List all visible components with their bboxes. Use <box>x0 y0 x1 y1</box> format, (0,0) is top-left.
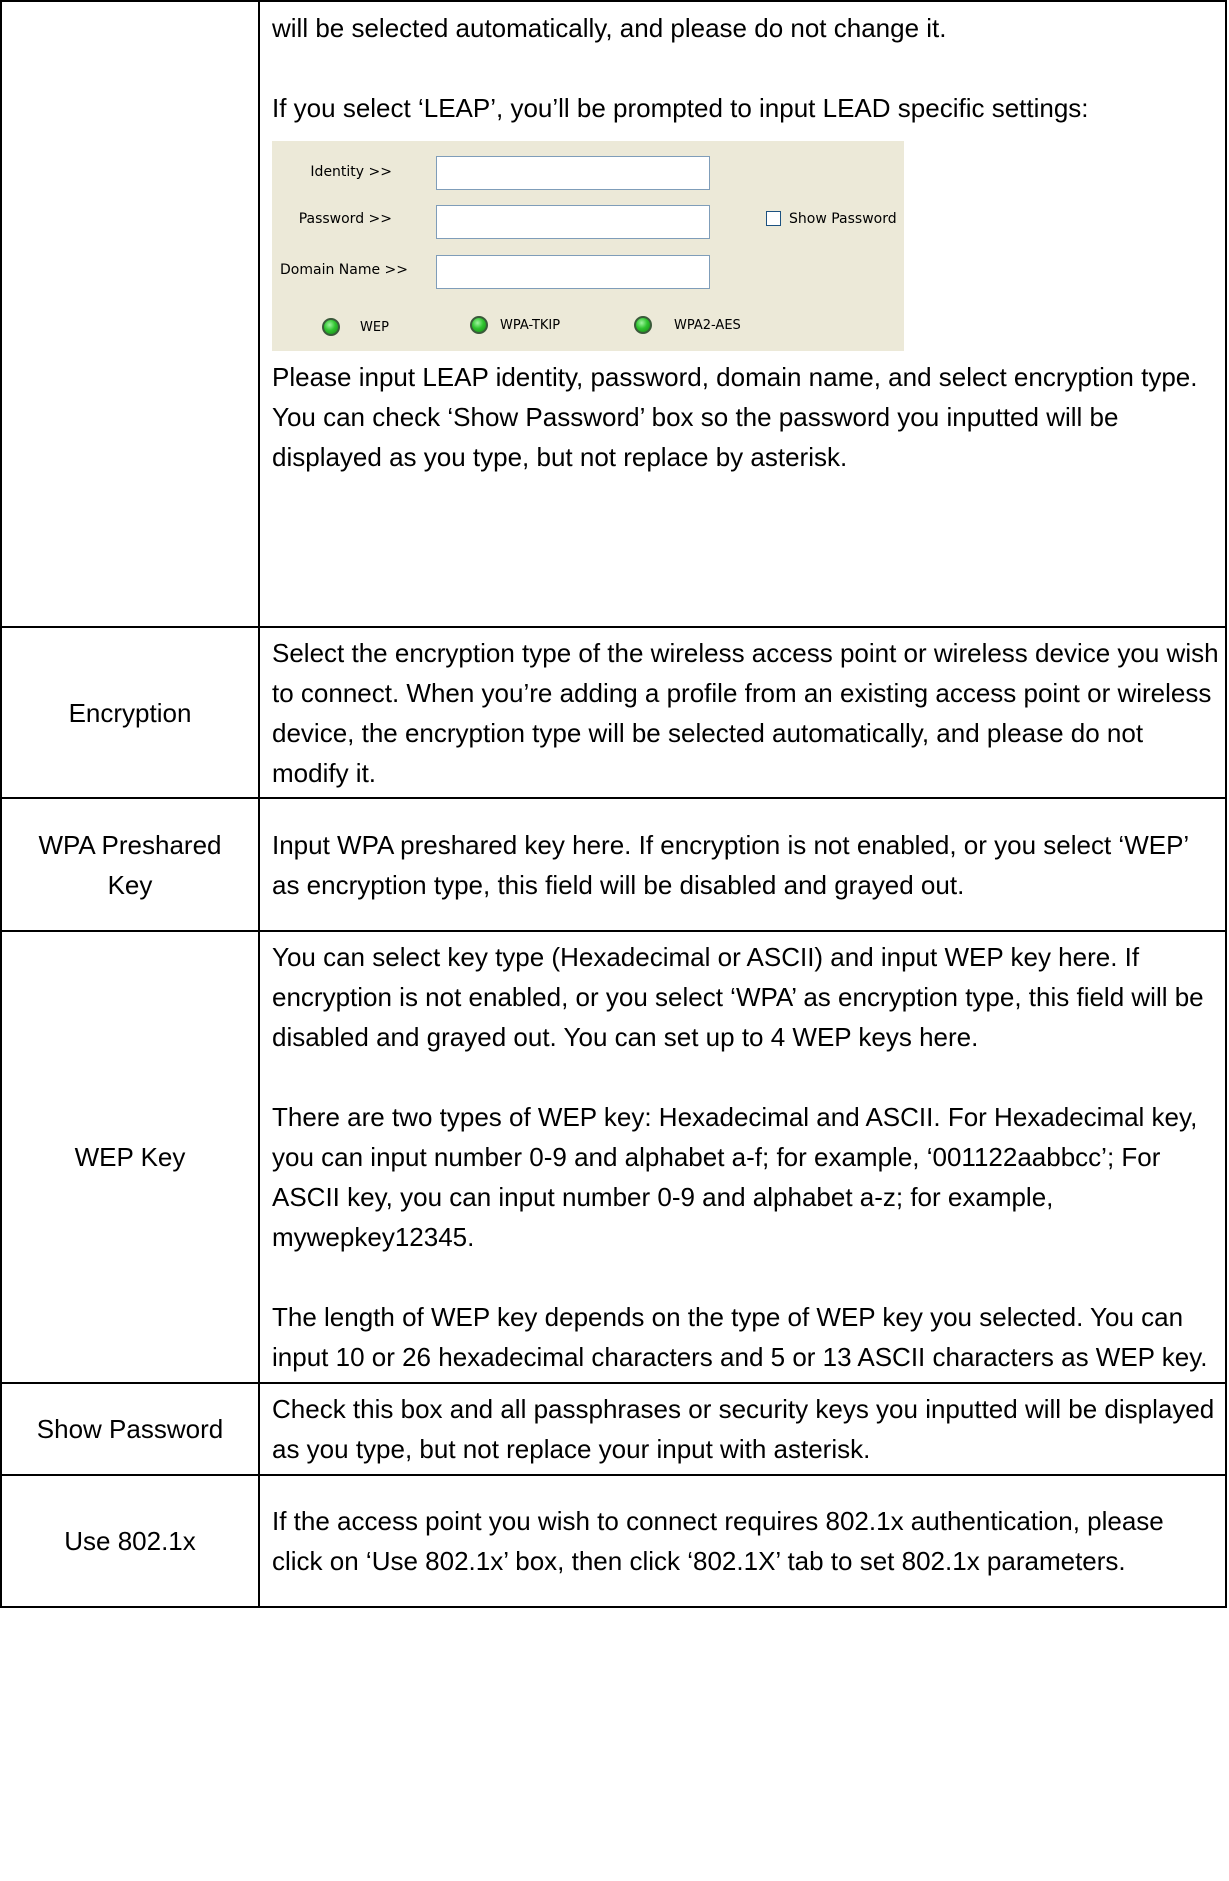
paragraph: The length of WEP key depends on the typ… <box>272 1302 1208 1372</box>
wep-radio-label: WEP <box>360 320 389 335</box>
paragraph: Input WPA preshared key here. If encrypt… <box>272 829 1189 900</box>
paragraph: There are two types of WEP key: Hexadeci… <box>272 1102 1198 1252</box>
table-row: WEP Key You can select key type (Hexadec… <box>0 930 1227 1384</box>
row-description: Select the encryption type of the wirele… <box>258 626 1227 799</box>
table-row: WPA Preshared Key Input WPA preshared ke… <box>0 797 1227 932</box>
domain-name-label: Domain Name >> <box>280 262 408 278</box>
table-row: Use 802.1x If the access point you wish … <box>0 1474 1227 1608</box>
table-row: Show Password Check this box and all pas… <box>0 1382 1227 1476</box>
show-password-checkbox[interactable] <box>766 211 781 226</box>
row-label <box>0 0 260 628</box>
settings-table: will be selected automatically, and plea… <box>0 0 1227 1608</box>
row-label: Use 802.1x <box>0 1474 260 1608</box>
identity-label: Identity >> <box>310 164 392 180</box>
paragraph: Select the encryption type of the wirele… <box>272 637 1219 788</box>
row-label: Show Password <box>0 1382 260 1476</box>
row-description: Check this box and all passphrases or se… <box>258 1382 1227 1476</box>
domain-name-field[interactable] <box>436 255 710 289</box>
wpa2-aes-radio-icon[interactable] <box>634 316 652 334</box>
paragraph: Check this box and all passphrases or se… <box>272 1394 1215 1464</box>
wpa-tkip-radio-label: WPA-TKIP <box>500 318 561 333</box>
row-description: If the access point you wish to connect … <box>258 1474 1227 1608</box>
row-description: You can select key type (Hexadecimal or … <box>258 930 1227 1384</box>
row-description: Input WPA preshared key here. If encrypt… <box>258 797 1227 932</box>
show-password-label: Show Password <box>789 211 897 227</box>
identity-field[interactable] <box>436 156 710 190</box>
wep-radio-icon[interactable] <box>322 318 340 336</box>
paragraph: will be selected automatically, and plea… <box>272 13 947 43</box>
wpa2-aes-radio-label: WPA2-AES <box>674 318 741 333</box>
row-label: WPA Preshared Key <box>0 797 260 932</box>
leap-settings-screenshot: Identity >> Password >> Show Password Do… <box>272 141 904 351</box>
password-field[interactable] <box>436 205 710 239</box>
paragraph: Please input LEAP identity, password, do… <box>272 362 1198 472</box>
row-label: Encryption <box>0 626 260 799</box>
table-row: will be selected automatically, and plea… <box>0 0 1227 628</box>
table-row: Encryption Select the encryption type of… <box>0 626 1227 799</box>
paragraph: If you select ‘LEAP’, you’ll be prompted… <box>272 93 1089 123</box>
password-label: Password >> <box>298 211 392 227</box>
row-description: will be selected automatically, and plea… <box>258 0 1227 628</box>
row-label: WEP Key <box>0 930 260 1384</box>
paragraph: You can select key type (Hexadecimal or … <box>272 942 1204 1052</box>
paragraph: If the access point you wish to connect … <box>272 1506 1164 1576</box>
wpa-tkip-radio-icon[interactable] <box>470 316 488 334</box>
